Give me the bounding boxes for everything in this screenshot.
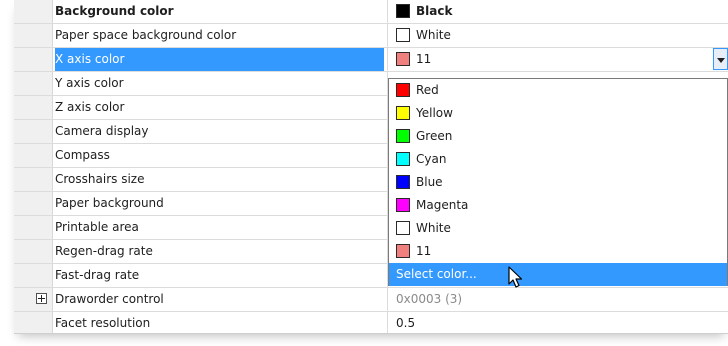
color-swatch-icon [396,152,410,166]
color-swatch-icon [396,129,410,143]
property-row-facet-resolution[interactable]: Facet resolution 0.5 [14,312,728,333]
color-option-blue[interactable]: Blue [389,171,727,194]
color-option-green[interactable]: Green [389,125,727,148]
color-option-magenta[interactable]: Magenta [389,194,727,217]
property-name: Background color [55,4,174,18]
property-name: Crosshairs size [55,172,145,186]
plus-box-icon[interactable] [36,293,47,304]
property-name: Facet resolution [55,316,151,330]
property-name: X axis color [55,48,384,71]
property-name: Paper background [55,196,164,210]
property-name: Z axis color [55,100,125,114]
property-row-x-axis-color[interactable]: X axis color 11 [14,48,728,72]
select-color-option[interactable]: Select color... [389,263,727,286]
color-swatch-icon [396,175,410,189]
property-name: Camera display [55,124,149,138]
properties-panel: Background color Black Paper space backg… [14,0,728,334]
color-option-white[interactable]: White [389,217,727,240]
color-option-cyan[interactable]: Cyan [389,148,727,171]
color-swatch-icon [396,28,410,42]
color-swatch-icon [396,221,410,235]
property-value[interactable]: 0x0003 (3) [387,288,728,311]
color-swatch-icon [396,198,410,212]
property-name: Paper space background color [55,28,237,42]
property-row-background-color[interactable]: Background color Black [14,0,728,24]
color-swatch-icon [396,244,410,258]
chevron-down-icon[interactable] [713,48,728,70]
property-name: Draworder control [55,292,164,306]
property-row-paper-space-background-color[interactable]: Paper space background color White [14,24,728,48]
color-option-yellow[interactable]: Yellow [389,102,727,125]
color-dropdown-list[interactable]: Red Yellow Green Cyan Blue Magenta White… [388,78,728,286]
property-value[interactable]: Black [387,0,728,23]
color-swatch-icon [396,106,410,120]
property-row-draworder-control[interactable]: Draworder control 0x0003 (3) [14,288,728,312]
property-name: Fast-drag rate [55,268,140,282]
color-swatch-icon [396,52,410,66]
property-value[interactable]: White [387,24,728,47]
mouse-pointer-icon [508,266,523,288]
property-value-select[interactable]: 11 [387,48,728,71]
property-name: Y axis color [55,76,124,90]
color-option-red[interactable]: Red [389,79,727,102]
property-value[interactable]: 0.5 [387,312,728,333]
color-swatch-icon [396,83,410,97]
property-name: Compass [55,148,110,162]
color-swatch-icon [396,4,410,18]
property-name: Printable area [55,220,139,234]
color-option-11[interactable]: 11 [389,240,727,263]
property-name: Regen-drag rate [55,244,153,258]
